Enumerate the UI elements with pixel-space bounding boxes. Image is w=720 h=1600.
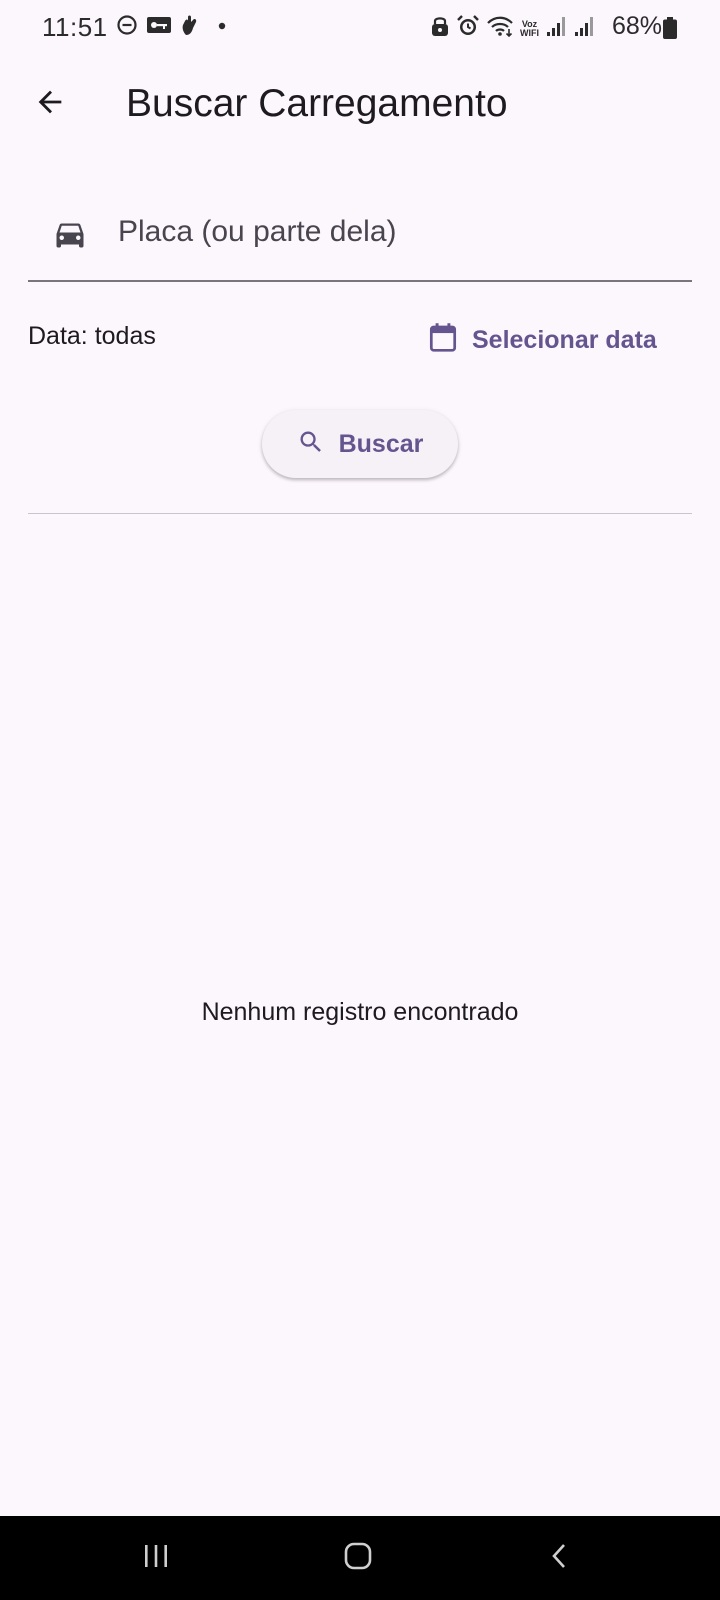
empty-results-message: Nenhum registro encontrado [201,998,519,1026]
page-title: Buscar Carregamento [126,82,508,125]
status-bar: 11:51 Voz WIFI 68% [0,0,720,56]
search-icon [297,428,325,461]
signal-icon [573,15,595,42]
car-icon [52,216,88,252]
home-button[interactable] [330,1532,386,1584]
plate-search-field[interactable] [28,196,692,282]
alarm-icon [456,14,480,43]
recent-apps-icon [141,1541,171,1576]
recent-apps-button[interactable] [128,1532,184,1584]
back-button[interactable] [26,80,74,128]
wifi-calling-label: Voz WIFI [520,19,539,38]
battery-icon [663,17,677,39]
search-button-label: Buscar [338,429,424,458]
system-back-button[interactable] [532,1532,588,1584]
back-icon [545,1541,575,1576]
select-date-button[interactable]: Selecionar data [428,318,657,362]
plate-input[interactable] [118,208,678,256]
battery-percent: 68% [612,12,663,40]
status-left-icons [116,14,230,41]
select-date-label: Selecionar data [472,325,657,354]
status-time: 11:51 [42,12,108,42]
signal-icon [545,15,567,42]
wifi-calling-bottom: WIFI [520,27,539,38]
lock-icon [430,15,450,42]
home-icon [342,1540,374,1577]
date-filter-label: Data: todas [28,322,156,350]
hand-icon [180,14,200,41]
status-right-icons: Voz WIFI [430,14,595,43]
do-not-disturb-icon [116,14,138,41]
key-icon [146,14,172,41]
search-button[interactable]: Buscar [262,410,458,478]
divider [28,513,692,514]
dot-icon [208,14,230,41]
navigation-bar [0,1516,720,1600]
wifi-icon [486,15,514,42]
arrow-back-icon [33,85,67,124]
calendar-icon [428,322,458,359]
